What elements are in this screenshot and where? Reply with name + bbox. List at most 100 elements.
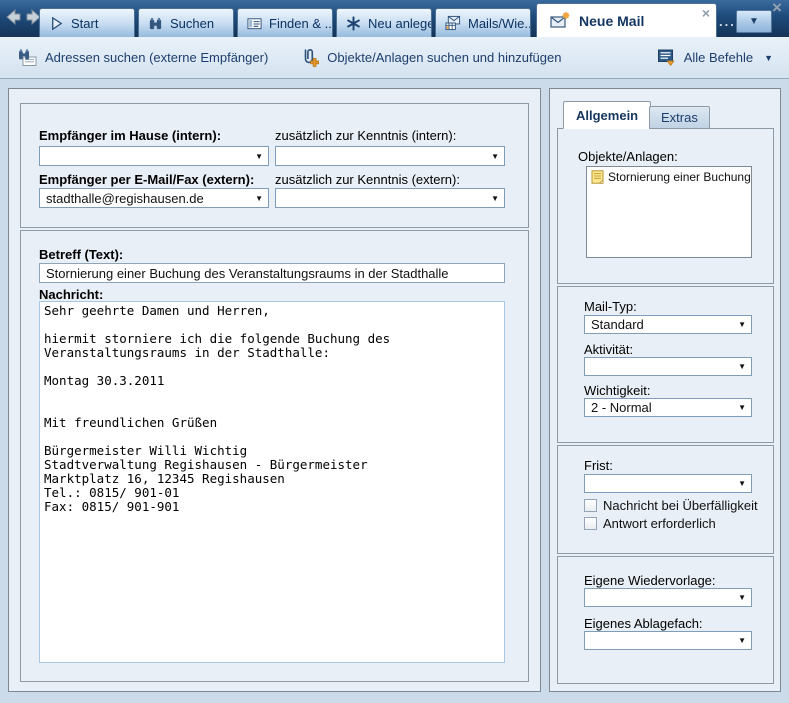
attachments-groupbox: Objekte/Anlagen: Stornierung einer Buchu…: [557, 128, 774, 284]
own-filing-tray-label: Eigenes Ablagefach:: [584, 616, 703, 631]
mail-form-panel: Empfänger im Hause (intern): ▼ zusätzlic…: [8, 88, 541, 692]
combo-arrow-icon: ▼: [491, 152, 499, 161]
history-nav-arrows: [5, 8, 42, 26]
tab-label: Mails/Wie...: [468, 16, 531, 31]
asterisk-new-icon: [346, 16, 361, 31]
mail-type-label: Mail-Typ:: [584, 299, 637, 314]
subject-label: Betreff (Text):: [39, 247, 123, 262]
mail-grid-icon: [445, 15, 461, 31]
deadline-groupbox: Frist: ▼ Nachricht bei Überfälligkeit An…: [557, 445, 774, 554]
tab-list-dropdown-button[interactable]: ▼: [736, 10, 772, 33]
list-form-icon: [247, 16, 262, 31]
tab-allgemein-label: Allgemein: [576, 108, 638, 123]
deadline-label: Frist:: [584, 458, 613, 473]
importance-label: Wichtigkeit:: [584, 383, 650, 398]
cc-external-label: zusätzlich zur Kenntnis (extern):: [275, 172, 460, 187]
mail-type-value: Standard: [591, 317, 734, 332]
chevron-down-icon: ▼: [764, 53, 773, 63]
message-textarea[interactable]: Sehr geehrte Damen und Herren, hiermit s…: [39, 301, 505, 663]
main-area: Empfänger im Hause (intern): ▼ zusätzlic…: [0, 79, 789, 703]
tab-neu-anlegen[interactable]: Neu anlegen: [336, 8, 432, 37]
message-label: Nachricht:: [39, 287, 103, 302]
address-search-icon: [18, 48, 37, 67]
cc-internal-combobox[interactable]: ▼: [275, 146, 505, 166]
recipient-external-combobox[interactable]: stadthalle@regishausen.de ▼: [39, 188, 269, 208]
attachment-item-label: Stornierung einer Buchung...: [608, 170, 751, 184]
tab-mails-wiedervorlagen[interactable]: Mails/Wie...: [435, 8, 531, 37]
combo-arrow-icon: ▼: [738, 636, 746, 645]
tab-finden[interactable]: Finden & ...: [237, 8, 333, 37]
combo-arrow-icon: ▼: [738, 362, 746, 371]
properties-panel: Allgemein Extras Objekte/Anlagen: Storni…: [549, 88, 781, 692]
paperclip-add-icon: [300, 48, 319, 67]
tab-label: Start: [71, 16, 98, 31]
activity-label: Aktivität:: [584, 342, 633, 357]
attachments-listbox[interactable]: Stornierung einer Buchung...: [586, 166, 752, 258]
filing-groupbox: Eigene Wiedervorlage: ▼ Eigenes Ablagefa…: [557, 556, 774, 684]
own-resubmission-combobox[interactable]: ▼: [584, 588, 752, 607]
cc-internal-label: zusätzlich zur Kenntnis (intern):: [275, 128, 456, 143]
attachment-list-item[interactable]: Stornierung einer Buchung...: [587, 167, 751, 184]
all-commands-button[interactable]: Alle Befehle ▼: [657, 48, 773, 67]
tab-allgemein[interactable]: Allgemein: [563, 101, 651, 129]
content-groupbox: Betreff (Text): Stornierung einer Buchun…: [20, 230, 529, 682]
attachments-label: Objekte/Anlagen:: [578, 149, 678, 164]
object-search-label: Objekte/Anlagen suchen und hinzufügen: [327, 50, 561, 65]
combo-arrow-icon: ▼: [255, 152, 263, 161]
tab-extras[interactable]: Extras: [649, 106, 710, 129]
close-window-icon[interactable]: ×: [772, 0, 782, 18]
tab-label: Suchen: [170, 16, 214, 31]
all-commands-icon: [657, 48, 676, 67]
importance-combobox[interactable]: 2 - Normal ▼: [584, 398, 752, 417]
reply-required-checkbox-row: Antwort erforderlich: [584, 516, 716, 531]
active-tab-label: Neue Mail: [579, 13, 644, 29]
tab-overflow-ellipsis[interactable]: ...: [719, 14, 736, 29]
own-filing-tray-combobox[interactable]: ▼: [584, 631, 752, 650]
combo-arrow-icon: ▼: [491, 194, 499, 203]
deadline-combobox[interactable]: ▼: [584, 474, 752, 493]
recipient-internal-label: Empfänger im Hause (intern):: [39, 128, 221, 143]
document-icon: [591, 170, 604, 184]
tab-strip: Start Suchen Finden & ...: [39, 8, 531, 37]
overdue-checkbox[interactable]: [584, 499, 597, 512]
combo-arrow-icon: ▼: [738, 320, 746, 329]
subject-input[interactable]: Stornierung einer Buchung des Veranstalt…: [39, 263, 505, 283]
overdue-checkbox-row: Nachricht bei Überfälligkeit: [584, 498, 758, 513]
combo-arrow-icon: ▼: [738, 479, 746, 488]
command-toolbar: Adressen suchen (externe Empfänger) Obje…: [0, 37, 789, 79]
tab-start[interactable]: Start: [39, 8, 135, 37]
tab-label: Neu anlegen: [368, 16, 432, 31]
all-commands-label: Alle Befehle: [684, 50, 753, 65]
address-search-label: Adressen suchen (externe Empfänger): [45, 50, 268, 65]
recipient-internal-combobox[interactable]: ▼: [39, 146, 269, 166]
subject-value: Stornierung einer Buchung des Veranstalt…: [46, 266, 449, 281]
cc-external-combobox[interactable]: ▼: [275, 188, 505, 208]
overdue-checkbox-label: Nachricht bei Überfälligkeit: [603, 498, 758, 513]
combo-arrow-icon: ▼: [255, 194, 263, 203]
tab-extras-label: Extras: [661, 110, 698, 125]
mail-type-combobox[interactable]: Standard ▼: [584, 315, 752, 334]
combo-arrow-icon: ▼: [738, 403, 746, 412]
tab-bar: Start Suchen Finden & ...: [0, 0, 789, 37]
tab-neue-mail-active[interactable]: Neue Mail ×: [536, 3, 717, 37]
new-mail-icon: [550, 12, 570, 29]
recipient-external-value: stadthalle@regishausen.de: [46, 191, 251, 206]
reply-required-checkbox-label: Antwort erforderlich: [603, 516, 716, 531]
own-resubmission-label: Eigene Wiedervorlage:: [584, 573, 716, 588]
mail-options-groupbox: Mail-Typ: Standard ▼ Aktivität: ▼ Wichti…: [557, 286, 774, 443]
importance-value: 2 - Normal: [591, 400, 734, 415]
reply-required-checkbox[interactable]: [584, 517, 597, 530]
recipient-external-label: Empfänger per E-Mail/Fax (extern):: [39, 172, 254, 187]
tab-label: Finden & ...: [269, 16, 333, 31]
tab-suchen[interactable]: Suchen: [138, 8, 234, 37]
binoculars-icon: [148, 16, 163, 31]
object-search-button[interactable]: Objekte/Anlagen suchen und hinzufügen: [300, 48, 561, 67]
recipients-groupbox: Empfänger im Hause (intern): ▼ zusätzlic…: [20, 103, 529, 228]
chevron-down-icon: ▼: [749, 16, 759, 27]
close-tab-icon[interactable]: ×: [702, 5, 710, 21]
activity-combobox[interactable]: ▼: [584, 357, 752, 376]
address-search-button[interactable]: Adressen suchen (externe Empfänger): [18, 48, 268, 67]
combo-arrow-icon: ▼: [738, 593, 746, 602]
start-icon: [49, 16, 64, 31]
back-arrow-icon[interactable]: [5, 8, 22, 26]
